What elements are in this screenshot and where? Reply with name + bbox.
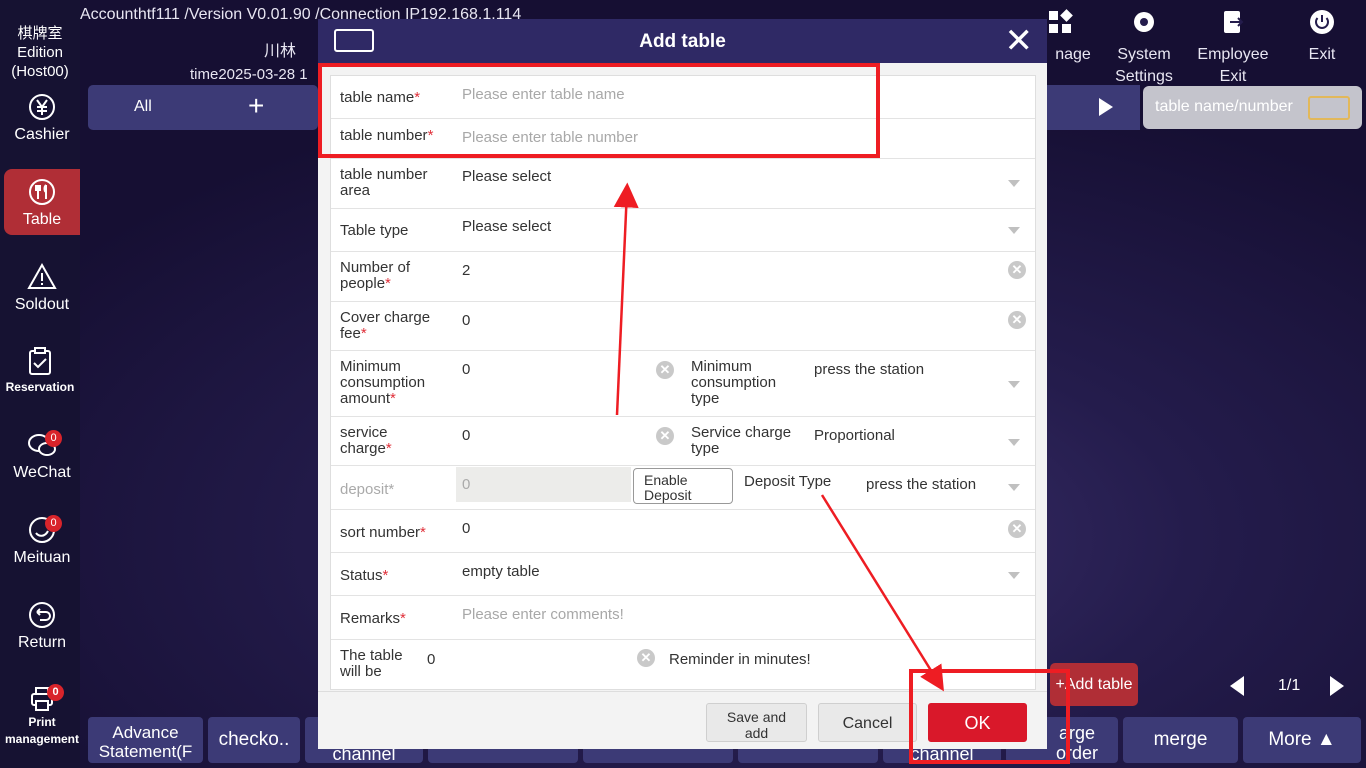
annotation-arrow — [613, 182, 639, 416]
annotation-arrows — [613, 182, 944, 692]
annotation-arrow — [820, 494, 944, 692]
